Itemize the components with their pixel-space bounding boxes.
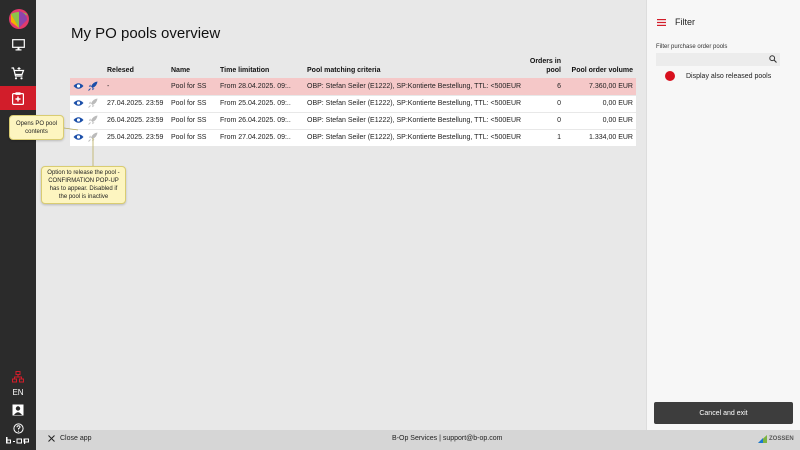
cart-add-icon [11,66,25,79]
cell-volume: 7.360,00 EUR [564,78,636,96]
sidebar: EN [0,0,36,450]
bop-logo [6,437,29,444]
filter-title: Filter [675,17,695,27]
cell-matching-criteria: OBP: Stefan Seiler (E1222), SP:Kontierte… [304,95,526,113]
filter-panel: Filter Filter purchase order pools Displ… [646,0,800,430]
display-released-toggle-row[interactable]: Display also released pools [665,71,771,81]
rocket-icon[interactable] [88,81,98,91]
cell-time-limitation: From 26.04.2025. 09:.. [217,112,304,130]
eye-icon[interactable] [73,116,84,124]
cell-name: Pool for SS [168,78,217,96]
monitor-icon [11,39,25,51]
display-released-toggle[interactable] [665,71,675,81]
col-released[interactable]: Relesed [104,57,168,78]
eye-icon[interactable] [73,99,84,107]
footer: Close app B-Op Services | support@b-op.c… [36,430,800,450]
cell-released: 27.04.2025. 23:59 [104,95,168,113]
col-matching-criteria[interactable]: Pool matching criteria [304,57,526,78]
row-actions [70,112,104,130]
cell-name: Pool for SS [168,129,217,147]
cell-released: 25.04.2025. 23:59 [104,129,168,147]
cell-time-limitation: From 27.04.2025. 09:.. [217,129,304,147]
main-content: My PO pools overview Relesed Name Time l… [36,0,646,430]
cell-matching-criteria: OBP: Stefan Seiler (E1222), SP:Kontierte… [304,112,526,130]
cell-time-limitation: From 28.04.2025. 09:.. [217,78,304,96]
rocket-icon-disabled [88,98,98,108]
close-app-label: Close app [60,435,92,442]
cell-orders: 1 [526,129,564,147]
cell-released: - [104,78,168,96]
eye-icon[interactable] [73,133,84,141]
sidebar-item-network[interactable] [0,365,36,389]
rocket-icon-disabled [88,132,98,142]
table-header-row: Relesed Name Time limitation Pool matchi… [70,57,636,78]
col-actions [70,57,104,78]
cell-orders: 6 [526,78,564,96]
cell-volume: 0,00 EUR [564,112,636,130]
table-row[interactable]: - Pool for SS From 28.04.2025. 09:.. OBP… [70,78,636,96]
close-app-button[interactable]: Close app [48,435,92,442]
table-row[interactable]: 27.04.2025. 23:59 Pool for SS From 25.04… [70,95,636,113]
tooltip-open-pool: Opens PO pool contents [9,115,64,140]
col-name[interactable]: Name [168,57,217,78]
col-pool-order-volume[interactable]: Pool order volume [564,57,636,78]
brand-name: ZOSSEN [769,436,794,442]
cancel-and-exit-button[interactable]: Cancel and exit [654,402,793,424]
table-row[interactable]: 25.04.2025. 23:59 Pool for SS From 27.04… [70,129,636,147]
filter-pools-input[interactable] [656,53,780,66]
hamburger-icon[interactable] [657,18,666,26]
brand-logo: ZOSSEN [758,435,794,443]
cell-released: 26.04.2025. 23:59 [104,112,168,130]
cell-name: Pool for SS [168,95,217,113]
help-icon [12,422,24,434]
sidebar-item-monitor[interactable] [0,33,36,57]
brand-mark-icon [758,435,767,443]
cell-name: Pool for SS [168,112,217,130]
language-selector[interactable]: EN [0,388,36,397]
col-orders-in-pool[interactable]: Orders in pool [526,57,564,78]
rocket-icon-disabled [88,115,98,125]
row-actions [70,78,104,96]
filter-header: Filter [657,17,695,27]
col-time-limitation[interactable]: Time limitation [217,57,304,78]
po-pools-table: Relesed Name Time limitation Pool matchi… [70,57,636,147]
cell-orders: 0 [526,95,564,113]
table-row[interactable]: 26.04.2025. 23:59 Pool for SS From 26.04… [70,112,636,130]
services-contact[interactable]: B-Op Services | support@b-op.com [392,435,502,442]
row-actions [70,95,104,113]
sidebar-item-cart[interactable] [0,61,36,85]
cell-matching-criteria: OBP: Stefan Seiler (E1222), SP:Kontierte… [304,129,526,147]
app-logo[interactable] [8,8,30,30]
eye-icon[interactable] [73,82,84,90]
cell-volume: 0,00 EUR [564,95,636,113]
search-icon[interactable] [769,55,777,63]
cell-time-limitation: From 25.04.2025. 09:.. [217,95,304,113]
network-icon [12,371,24,383]
user-icon [12,404,24,416]
tooltip-release-pool: Option to release the pool - CONFIRMATIO… [41,166,126,204]
display-released-label: Display also released pools [686,72,772,80]
cell-matching-criteria: OBP: Stefan Seiler (E1222), SP:Kontierte… [304,78,526,96]
filter-input-label: Filter purchase order pools [656,44,728,50]
clipboard-icon [12,91,24,105]
sidebar-item-pools[interactable] [0,86,36,110]
cell-orders: 0 [526,112,564,130]
cell-volume: 1.334,00 EUR [564,129,636,147]
page-title: My PO pools overview [71,25,221,42]
row-actions [70,129,104,147]
close-icon [48,435,55,442]
